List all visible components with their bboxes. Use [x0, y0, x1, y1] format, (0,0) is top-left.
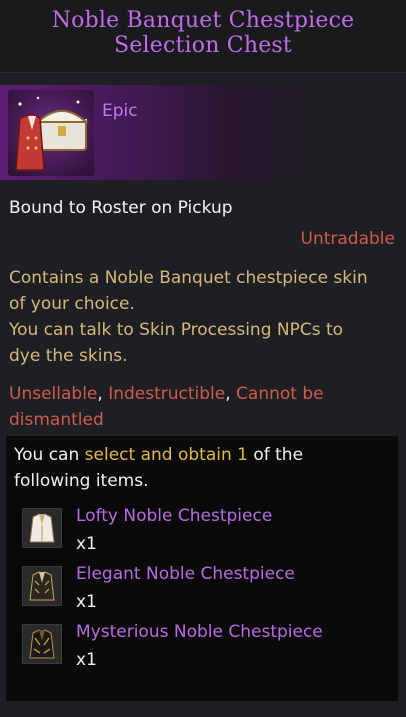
- selectable-item[interactable]: Elegant Noble Chestpiece x1: [20, 564, 380, 620]
- item-name: Elegant Noble Chestpiece: [76, 564, 295, 584]
- item-restrictions: Unsellable, Indestructible, Cannot be di…: [9, 381, 394, 433]
- chest-icon: [8, 90, 94, 176]
- flag-separator: ,: [225, 384, 237, 404]
- item-description: Contains a Noble Banquet chestpiece skin…: [9, 265, 394, 369]
- item-grade: Epic: [102, 101, 138, 121]
- tooltip-title-bar: Noble Banquet Chestpiece Selection Chest: [0, 0, 406, 73]
- item-quantity: x1: [76, 592, 97, 612]
- description-line: of your choice.: [9, 294, 135, 314]
- trade-status: Untradable: [300, 229, 395, 249]
- bound-status: Bound to Roster on Pickup: [9, 198, 233, 218]
- indestructible-flag: Indestructible: [108, 384, 226, 404]
- description-line: dye the skins.: [9, 346, 128, 366]
- selection-suffix-line: following items.: [14, 471, 149, 491]
- selectable-item[interactable]: Mysterious Noble Chestpiece x1: [20, 622, 380, 678]
- flag-separator: ,: [97, 384, 109, 404]
- dark-gold-coat-icon: [22, 624, 62, 664]
- cannot-dismantle-flag-cont: dismantled: [9, 410, 104, 430]
- unsellable-flag: Unsellable: [9, 384, 98, 404]
- selection-suffix: of the: [247, 445, 304, 465]
- selectable-item[interactable]: Lofty Noble Chestpiece x1: [20, 506, 380, 562]
- item-title: Noble Banquet Chestpiece Selection Chest: [51, 8, 355, 58]
- description-line: You can talk to Skin Processing NPCs to: [9, 320, 344, 340]
- selection-panel: You can select and obtain 1 of the follo…: [6, 436, 398, 701]
- white-gold-coat-icon: [22, 508, 62, 548]
- cannot-dismantle-flag: Cannot be: [236, 384, 324, 404]
- item-name: Lofty Noble Chestpiece: [76, 506, 273, 526]
- selection-prefix: You can: [14, 445, 85, 465]
- item-name: Mysterious Noble Chestpiece: [76, 622, 323, 642]
- description-line: Contains a Noble Banquet chestpiece skin: [9, 268, 368, 288]
- selection-instructions: You can select and obtain 1 of the follo…: [14, 442, 384, 494]
- black-gold-coat-icon: [22, 566, 62, 606]
- item-quantity: x1: [76, 534, 97, 554]
- item-quantity: x1: [76, 650, 97, 670]
- selection-highlight: select and obtain 1: [84, 445, 248, 465]
